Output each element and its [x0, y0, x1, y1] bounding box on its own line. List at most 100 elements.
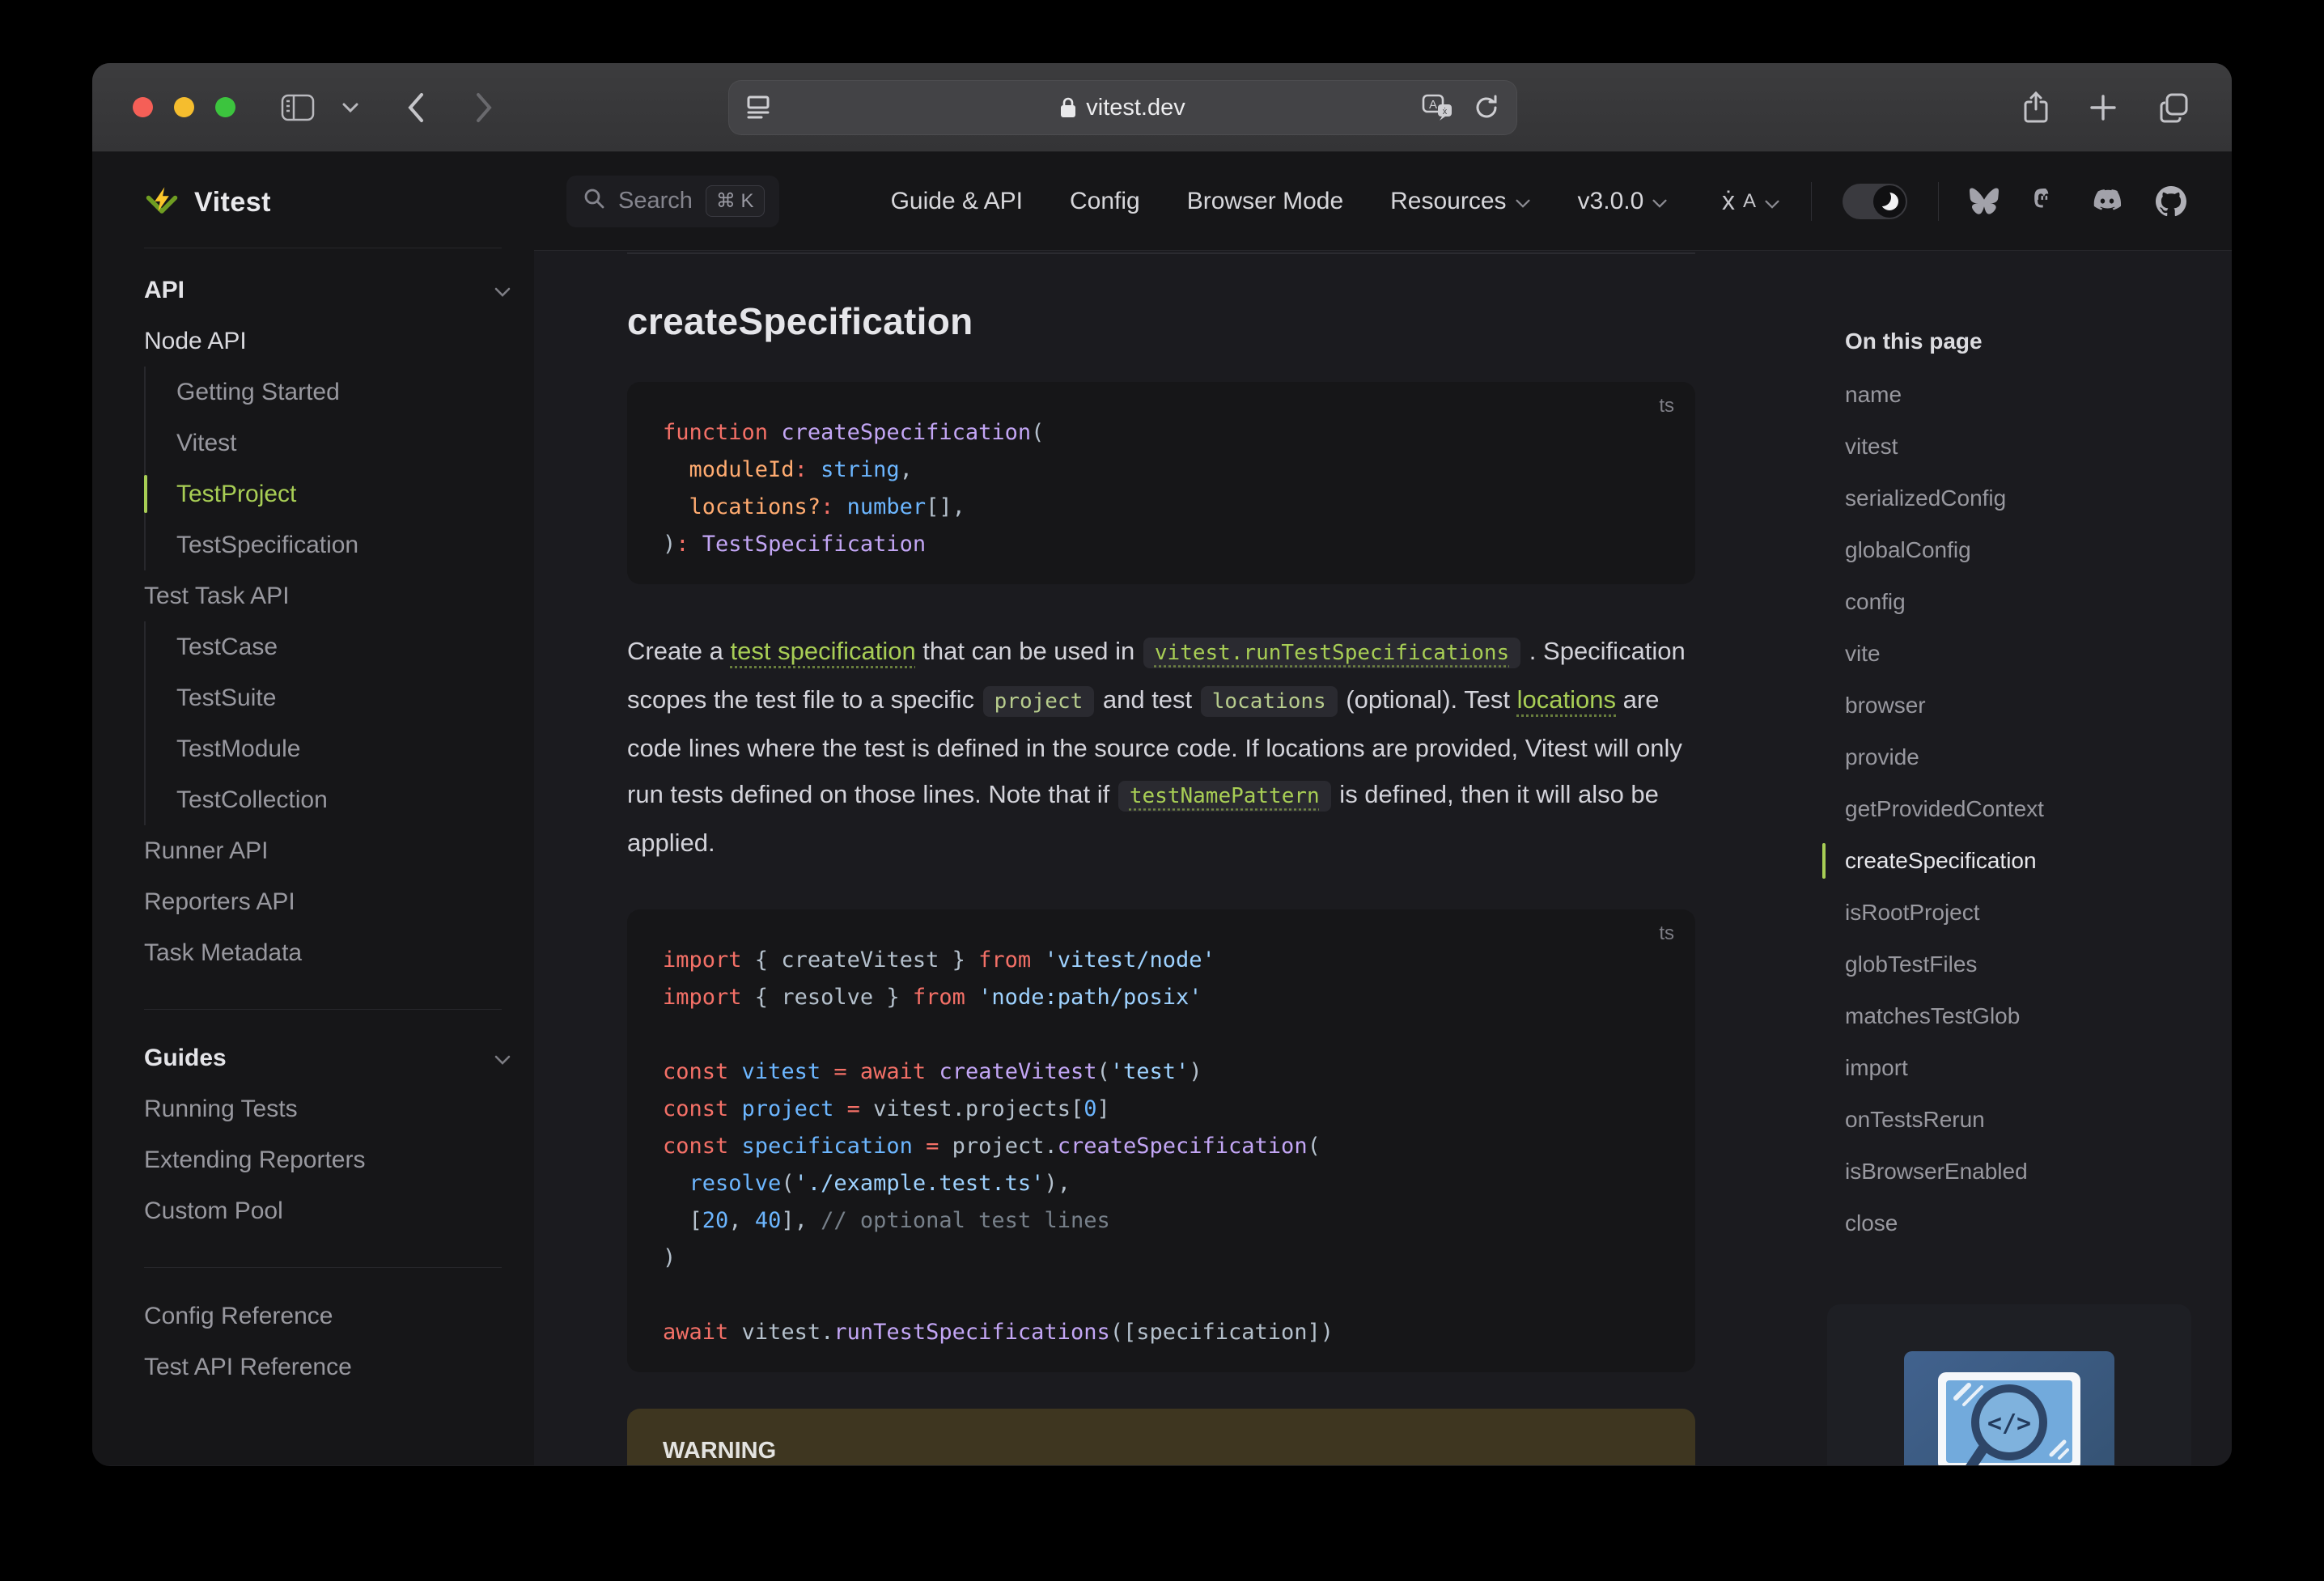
page-title: createSpecification	[627, 300, 973, 342]
warning-label: WARNING	[663, 1438, 777, 1464]
text-run: (optional). Test	[1338, 685, 1517, 714]
inline-code: locations	[1200, 686, 1338, 717]
sidebar-item-vitest[interactable]: Vitest	[146, 418, 518, 468]
back-button[interactable]	[407, 92, 425, 123]
outline-item-vite[interactable]: vite	[1845, 628, 2193, 680]
minimize-button[interactable]	[174, 97, 194, 117]
sidebar-item-config-reference[interactable]: Config Reference	[144, 1291, 518, 1342]
code-line: function createSpecification(	[663, 420, 1045, 445]
outline-item-provide[interactable]: provide	[1845, 731, 2193, 783]
outline-item-createspecification[interactable]: createSpecification	[1822, 835, 2193, 887]
nav-link-guide-api[interactable]: Guide & API	[891, 188, 1023, 215]
outline-item-ontestsrerun[interactable]: onTestsRerun	[1845, 1094, 2193, 1146]
sidebar-item-running-tests[interactable]: Running Tests	[144, 1083, 518, 1134]
new-tab-icon[interactable]	[2089, 94, 2117, 121]
mastodon-icon[interactable]	[2031, 187, 2059, 216]
code-line: ): TestSpecification	[663, 532, 927, 557]
code-line: const specification = project.createSpec…	[663, 1134, 1321, 1159]
brand[interactable]: Vitest	[144, 184, 518, 220]
sidebar-item-testcollection[interactable]: TestCollection	[146, 774, 518, 825]
chevron-down-icon	[494, 277, 511, 304]
inline-link[interactable]: locations	[1517, 685, 1616, 714]
on-this-page-title: On this page	[1845, 328, 1983, 354]
nav-link-version[interactable]: v3.0.0	[1578, 188, 1669, 215]
sidebar-section-api[interactable]: API	[144, 265, 518, 316]
reader-icon[interactable]	[746, 94, 770, 121]
outline-item-import[interactable]: import	[1845, 1042, 2193, 1094]
theme-toggle[interactable]	[1843, 183, 1907, 219]
svg-text:</>: </>	[1987, 1409, 2031, 1438]
divider	[144, 1267, 502, 1268]
outline-item-isbrowserenabled[interactable]: isBrowserEnabled	[1845, 1146, 2193, 1197]
outline-item-isrootproject[interactable]: isRootProject	[1845, 887, 2193, 939]
sidebar-item-custom-pool[interactable]: Custom Pool	[144, 1185, 518, 1236]
sidebar-item-node-api[interactable]: Node API	[144, 316, 518, 367]
code-line: [20, 40], // optional test lines	[663, 1208, 1110, 1233]
search-button[interactable]: Search ⌘ K	[566, 175, 779, 227]
outline-item-name[interactable]: name	[1845, 369, 2193, 421]
sponsor-ad[interactable]: </>	[1827, 1304, 2191, 1465]
code-block-example: ts import { createVitest } from 'vitest/…	[627, 909, 1695, 1372]
zoom-button[interactable]	[215, 97, 235, 117]
outline-item-matchestestglob[interactable]: matchesTestGlob	[1845, 990, 2193, 1042]
sidebar-section-guides[interactable]: Guides	[144, 1032, 518, 1083]
close-button[interactable]	[133, 97, 153, 117]
sidebar-item-runner-api[interactable]: Runner API	[144, 825, 518, 876]
inline-link[interactable]: test specification	[731, 637, 916, 665]
inline-codelink[interactable]: testNamePattern	[1117, 781, 1331, 812]
svg-text:A: A	[1429, 98, 1437, 112]
sidebar-item-test-task-api[interactable]: Test Task API	[144, 570, 518, 621]
sidebar-item-testsuite[interactable]: TestSuite	[146, 672, 518, 723]
sidebar-item-getting-started[interactable]: Getting Started	[146, 367, 518, 418]
share-icon[interactable]	[2023, 91, 2049, 124]
code-block-signature: ts function createSpecification( moduleI…	[627, 382, 1695, 584]
forward-button[interactable]	[475, 92, 493, 123]
outline-item-config[interactable]: config	[1845, 576, 2193, 628]
outline-item-vitest[interactable]: vitest	[1845, 421, 2193, 473]
github-icon[interactable]	[2156, 185, 2186, 217]
sidebar-item-testcase[interactable]: TestCase	[146, 621, 518, 672]
sidebar-group-node-api: Getting Started Vitest TestProject TestS…	[144, 367, 518, 570]
nav-link-browser-mode[interactable]: Browser Mode	[1187, 188, 1343, 215]
translate-icon[interactable]: A ẋ	[1422, 94, 1454, 121]
nav-link-config[interactable]: Config	[1070, 188, 1140, 215]
inline-code: project	[982, 686, 1095, 717]
reload-icon[interactable]	[1474, 94, 1499, 121]
sidebar-item-test-api-reference[interactable]: Test API Reference	[144, 1342, 518, 1392]
chevron-down-icon[interactable]	[342, 102, 358, 113]
outline-item-close[interactable]: close	[1845, 1197, 2193, 1249]
outline-item-globalconfig[interactable]: globalConfig	[1845, 524, 2193, 576]
sidebar-item-testspecification[interactable]: TestSpecification	[146, 519, 518, 570]
outline-item-serializedconfig[interactable]: serializedConfig	[1845, 473, 2193, 524]
divider	[627, 252, 1695, 254]
doc-paragraph: Create a test specification that can be …	[627, 628, 1695, 866]
outline-item-globtestfiles[interactable]: globTestFiles	[1845, 939, 2193, 990]
search-icon	[583, 187, 605, 216]
browser-window: vitest.dev A ẋ Vitest API Node API Getti…	[92, 63, 2232, 1466]
outline-item-getprovidedcontext[interactable]: getProvidedContext	[1845, 783, 2193, 835]
sidebar-item-extending-reporters[interactable]: Extending Reporters	[144, 1134, 518, 1185]
discord-icon[interactable]	[2091, 189, 2123, 214]
chevron-down-icon	[1764, 186, 1780, 216]
inline-codelink[interactable]: vitest.runTestSpecifications	[1143, 638, 1521, 668]
tab-overview-icon[interactable]	[2157, 91, 2190, 124]
url-bar[interactable]: vitest.dev A ẋ	[728, 80, 1517, 135]
sidebar-group-test-task-api: TestCase TestSuite TestModule TestCollec…	[144, 621, 518, 825]
bluesky-icon[interactable]	[1970, 188, 1999, 214]
outline-item-browser[interactable]: browser	[1845, 680, 2193, 731]
traffic-lights	[133, 97, 235, 117]
brand-name: Vitest	[194, 186, 271, 218]
chevron-down-icon	[1515, 188, 1531, 215]
nav-link-resources[interactable]: Resources	[1390, 188, 1530, 215]
code-line: const project = vitest.projects[0]	[663, 1096, 1110, 1121]
code-search-illustration-icon: </>	[1904, 1351, 2114, 1465]
text-run: and test	[1096, 685, 1199, 714]
sidebar-item-testproject[interactable]: TestProject	[144, 468, 518, 519]
sidebar-toggle-icon[interactable]	[281, 94, 315, 121]
sidebar-item-reporters-api[interactable]: Reporters API	[144, 876, 518, 927]
doc-sidebar: Vitest API Node API Getting Started Vite…	[92, 152, 534, 1465]
sidebar-item-task-metadata[interactable]: Task Metadata	[144, 927, 518, 978]
language-switcher[interactable]: ẋA	[1722, 186, 1780, 216]
sidebar-item-testmodule[interactable]: TestModule	[146, 723, 518, 774]
